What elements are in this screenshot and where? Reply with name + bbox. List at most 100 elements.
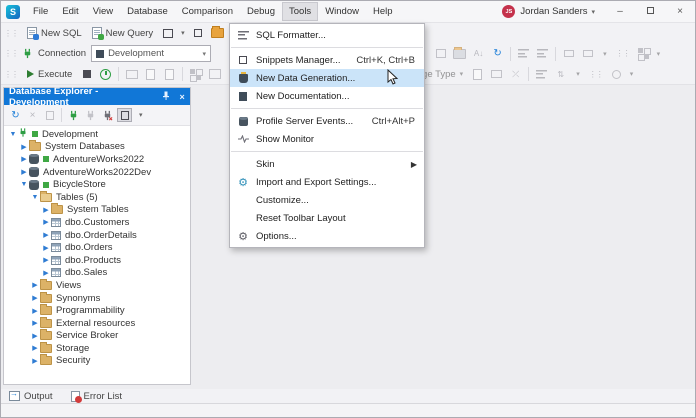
chevron-right-icon[interactable]: ▶	[41, 269, 51, 277]
execute-button[interactable]: Execute	[22, 67, 77, 82]
query-options-caret-icon[interactable]: ▾	[576, 70, 580, 78]
results-image-icon[interactable]	[207, 67, 222, 81]
chevron-right-icon[interactable]: ▶	[30, 307, 40, 315]
user-avatar[interactable]: JS	[502, 5, 516, 18]
tree-item-storage[interactable]: ▶ Storage	[4, 341, 190, 355]
panel-close-icon[interactable]: ×	[174, 92, 190, 102]
pin-icon[interactable]	[158, 91, 174, 102]
chevron-right-icon[interactable]: ▶	[30, 294, 40, 302]
chevron-right-icon[interactable]: ▶	[41, 256, 51, 264]
menu-item-skin[interactable]: Skin ▶	[230, 155, 424, 173]
menu-edit[interactable]: Edit	[55, 2, 85, 21]
menu-comparison[interactable]: Comparison	[175, 2, 240, 21]
tree-item-service-broker[interactable]: ▶ Service Broker	[4, 329, 190, 343]
shuffle-icon[interactable]: ⤫	[508, 67, 523, 81]
menu-window[interactable]: Window	[318, 2, 366, 21]
explorer-more-caret-icon[interactable]: ▾	[139, 111, 143, 119]
tree-item-system-databases[interactable]: ▶ System Databases	[4, 140, 190, 154]
chevron-right-icon[interactable]: ▶	[30, 344, 40, 352]
menu-debug[interactable]: Debug	[240, 2, 282, 21]
chevron-down-icon[interactable]: ▼	[8, 131, 18, 138]
menu-item-options[interactable]: ⚙ Options...	[230, 227, 424, 245]
minimize-button[interactable]: –	[605, 3, 635, 20]
tree-item-development[interactable]: ▼ Development	[4, 128, 190, 141]
chevron-right-icon[interactable]: ▶	[30, 357, 40, 365]
record-icon[interactable]	[609, 67, 624, 81]
import-data-icon[interactable]	[162, 67, 177, 81]
menu-item-snippets-manager[interactable]: Snippets Manager... Ctrl+K, Ctrl+B	[230, 51, 424, 69]
tree-item-synonyms[interactable]: ▶ Synonyms	[4, 291, 190, 305]
indent-decrease-icon[interactable]	[516, 47, 531, 61]
refresh-icon[interactable]: ↻	[490, 47, 505, 61]
tree-item-dbo-products[interactable]: ▶ dbo.Products	[4, 254, 190, 267]
chevron-right-icon[interactable]: ▶	[19, 155, 29, 163]
menu-help[interactable]: Help	[366, 2, 400, 21]
toolbar-grip[interactable]: ⋮⋮	[4, 70, 19, 79]
tree-item-programmability[interactable]: ▶ Programmability	[4, 304, 190, 317]
error-list-tab[interactable]: Error List	[70, 390, 122, 403]
chevron-right-icon[interactable]: ▶	[41, 244, 51, 252]
layout-grid-icon[interactable]	[636, 47, 651, 61]
menu-database[interactable]: Database	[120, 2, 175, 21]
maximize-button[interactable]	[635, 3, 665, 20]
layout-caret-icon[interactable]: ▾	[657, 50, 661, 58]
connection-select[interactable]: Development ▾	[91, 45, 212, 62]
sort-az-icon[interactable]: A↓	[471, 47, 486, 61]
tree-item-dbo-sales[interactable]: ▶ dbo.Sales	[4, 267, 190, 280]
disconnect-icon[interactable]	[100, 108, 115, 122]
connect-icon[interactable]	[83, 108, 98, 122]
tree-item-external-resources[interactable]: ▶ External resources	[4, 316, 190, 330]
menu-item-import-export-settings[interactable]: ⚙ Import and Export Settings...	[230, 173, 424, 191]
new-query-button[interactable]: New Query	[87, 25, 159, 41]
new-connection-icon[interactable]	[66, 108, 81, 122]
chevron-right-icon[interactable]: ▶	[41, 231, 51, 239]
menu-view[interactable]: View	[86, 2, 120, 21]
toolbar-grip[interactable]: ⋮⋮	[4, 29, 19, 38]
chevron-right-icon[interactable]: ▶	[30, 319, 40, 327]
new-sql-button[interactable]: New SQL	[22, 25, 87, 41]
tree-item-adventureworks2022dev[interactable]: ▶ AdventureWorks2022Dev	[4, 166, 190, 179]
show-documents-icon[interactable]	[117, 108, 132, 122]
chevron-right-icon[interactable]: ▶	[30, 332, 40, 340]
connect-plug-icon[interactable]	[22, 48, 33, 59]
chevron-down-icon[interactable]: ▼	[30, 194, 40, 201]
menu-file[interactable]: File	[26, 2, 55, 21]
comment-icon[interactable]	[561, 47, 576, 61]
tree-item-dbo-customers[interactable]: ▶ dbo.Customers	[4, 216, 190, 229]
data-compare-icon[interactable]	[188, 67, 204, 82]
save-layout-icon[interactable]	[452, 46, 467, 61]
new-document-icon[interactable]	[160, 26, 175, 40]
output-tab[interactable]: Output	[9, 389, 53, 402]
outline-icon[interactable]	[534, 67, 549, 81]
menu-tools[interactable]: Tools	[282, 2, 319, 21]
stop-icon[interactable]	[79, 67, 94, 81]
toolbar-grip[interactable]: ⋮⋮	[589, 70, 604, 79]
query-profiling-icon[interactable]	[98, 67, 113, 81]
menu-item-new-documentation[interactable]: New Documentation...	[230, 87, 424, 105]
user-menu-caret-icon[interactable]: ▾	[591, 8, 595, 16]
tree-item-tables[interactable]: ▼ Tables (5)	[4, 190, 190, 204]
menu-item-customize[interactable]: Customize...	[230, 191, 424, 209]
explorer-duplicate-icon[interactable]	[42, 108, 57, 122]
toolbar-grip[interactable]: ⋮⋮	[616, 49, 631, 58]
chevron-right-icon[interactable]: ▶	[19, 143, 29, 151]
comment-bubble-icon[interactable]	[489, 67, 504, 81]
tree-item-system-tables[interactable]: ▶ System Tables	[4, 203, 190, 217]
export-results-icon[interactable]	[143, 67, 158, 81]
chevron-right-icon[interactable]: ▶	[41, 218, 51, 226]
explorer-refresh-icon[interactable]: ↻	[8, 108, 23, 122]
tree-item-adventureworks2022[interactable]: ▶ AdventureWorks2022	[4, 153, 190, 166]
close-button[interactable]: ×	[665, 3, 695, 20]
explorer-delete-icon[interactable]: ×	[25, 108, 40, 122]
toolbar-options-caret-icon[interactable]: ▾	[603, 50, 607, 58]
tree-item-security[interactable]: ▶ Security	[4, 354, 190, 368]
new-object-icon[interactable]	[191, 26, 206, 40]
paste-icon[interactable]	[470, 67, 485, 81]
uncomment-icon[interactable]	[580, 47, 595, 61]
chevron-right-icon[interactable]: ▶	[30, 281, 40, 289]
tree-item-dbo-orderdetails[interactable]: ▶ dbo.OrderDetails	[4, 229, 190, 242]
explorer-title-bar[interactable]: Database Explorer - Development ×	[4, 86, 190, 108]
chevron-right-icon[interactable]: ▶	[41, 206, 51, 214]
snapshot-icon[interactable]	[124, 67, 139, 81]
toolbar-grip[interactable]: ⋮⋮	[4, 49, 19, 58]
